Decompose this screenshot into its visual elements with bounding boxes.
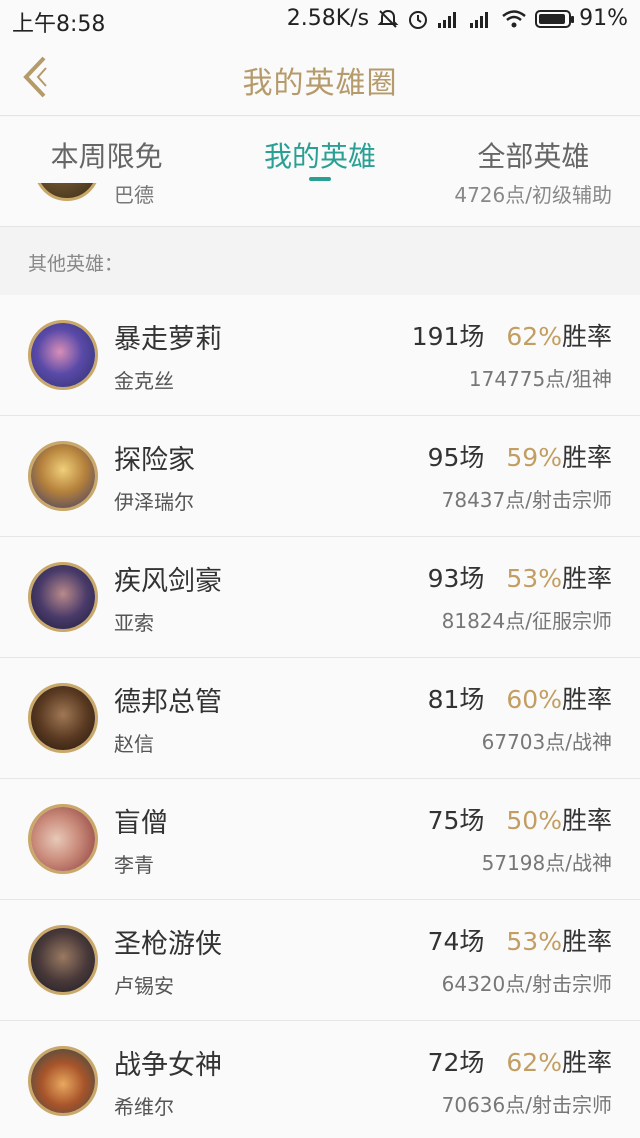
tab-label: 我的英雄	[263, 140, 376, 173]
hero-stats: 93场 53%胜率	[428, 559, 612, 595]
win-rate: 62%	[506, 1048, 562, 1077]
hero-title: 德邦总管	[114, 687, 222, 718]
hero-stats: 191场 62%胜率	[412, 317, 612, 353]
hero-name: 赵信	[114, 732, 154, 756]
status-time: 上午8:58	[12, 12, 106, 37]
network-speed: 2.58K/s	[286, 6, 370, 31]
games-count: 93场	[427, 564, 485, 593]
hero-title: 暴走萝莉	[114, 324, 222, 355]
page-title: 我的英雄圈	[242, 66, 398, 101]
games-count: 74场	[427, 927, 485, 956]
hero-avatar	[28, 804, 98, 874]
hero-stats: 74场 53%胜率	[428, 922, 612, 958]
hero-row[interactable]: 战争女神 希维尔 72场 62%胜率 70636点/射击宗师	[0, 1021, 640, 1138]
win-rate-label: 胜率	[561, 806, 612, 835]
hero-name: 李青	[114, 853, 154, 877]
hero-points: 81824点/征服宗师	[441, 609, 612, 633]
battery-icon	[535, 9, 575, 28]
tab-bar: 本周限免 我的英雄 全部英雄	[0, 117, 640, 183]
hero-title: 圣枪游侠	[114, 929, 222, 960]
signal-icon	[470, 11, 489, 28]
hero-row[interactable]: 圣枪游侠 卢锡安 74场 53%胜率 64320点/射击宗师	[0, 900, 640, 1021]
win-rate: 53%	[506, 564, 562, 593]
hero-row[interactable]: 探险家 伊泽瑞尔 95场 59%胜率 78437点/射击宗师	[0, 416, 640, 537]
section-header: 其他英雄：	[0, 227, 640, 295]
battery-percent: 91%	[579, 6, 628, 31]
hero-avatar	[28, 320, 98, 390]
hero-stats: 95场 59%胜率	[428, 438, 612, 474]
app-header: 我的英雄圈	[0, 38, 640, 116]
games-count: 191场	[411, 322, 485, 351]
win-rate-label: 胜率	[561, 685, 612, 714]
hero-row[interactable]: 德邦总管 赵信 81场 60%胜率 67703点/战神	[0, 658, 640, 779]
hero-real-name: 巴德	[114, 183, 154, 207]
hero-points: 57198点/战神	[481, 851, 612, 875]
win-rate: 59%	[506, 443, 562, 472]
hero-points: 78437点/射击宗师	[441, 488, 612, 512]
hero-stats: 81场 60%胜率	[428, 680, 612, 716]
win-rate-label: 胜率	[561, 443, 612, 472]
win-rate: 53%	[506, 927, 562, 956]
win-rate-label: 胜率	[561, 927, 612, 956]
hero-points: 67703点/战神	[481, 730, 612, 754]
win-rate: 50%	[506, 806, 562, 835]
hero-stats: 72场 62%胜率	[428, 1043, 612, 1079]
hero-row[interactable]: 暴走萝莉 金克丝 191场 62%胜率 174775点/狙神	[0, 295, 640, 416]
mute-icon	[377, 9, 399, 28]
hero-points: 64320点/射击宗师	[441, 972, 612, 996]
hero-list[interactable]: 巴德 4726点/初级辅助 其他英雄： 暴走萝莉 金克丝 191场 62%胜率 1…	[0, 183, 640, 1138]
hero-title: 战争女神	[114, 1050, 222, 1081]
tab-my-heroes[interactable]: 我的英雄	[213, 117, 426, 183]
tab-label: 全部英雄	[477, 140, 590, 173]
hero-name: 希维尔	[114, 1095, 174, 1119]
hero-name: 伊泽瑞尔	[114, 490, 194, 514]
hero-name: 卢锡安	[114, 974, 174, 998]
tab-weekly-free[interactable]: 本周限免	[0, 117, 213, 183]
win-rate-label: 胜率	[561, 1048, 612, 1077]
hero-points: 70636点/射击宗师	[441, 1093, 612, 1117]
games-count: 75场	[427, 806, 485, 835]
tab-label: 本周限免	[50, 140, 163, 173]
games-count: 95场	[427, 443, 485, 472]
signal-icon	[438, 11, 457, 28]
alarm-icon	[409, 10, 428, 29]
hero-name: 金克丝	[114, 369, 174, 393]
games-count: 81场	[427, 685, 485, 714]
status-icons: 2.58K/s 91%	[287, 6, 628, 31]
hero-avatar	[28, 925, 98, 995]
hero-avatar	[34, 183, 100, 201]
hero-title: 盲僧	[114, 808, 168, 839]
hero-points: 174775点/狙神	[468, 367, 612, 391]
hero-title: 探险家	[114, 445, 195, 476]
wifi-icon	[502, 9, 526, 27]
hero-avatar	[28, 683, 98, 753]
win-rate-label: 胜率	[561, 564, 612, 593]
hero-stats: 75场 50%胜率	[428, 801, 612, 837]
hero-row[interactable]: 疾风剑豪 亚索 93场 53%胜率 81824点/征服宗师	[0, 537, 640, 658]
hero-name: 亚索	[114, 611, 154, 635]
win-rate: 62%	[506, 322, 562, 351]
win-rate: 60%	[506, 685, 562, 714]
list-item-partial[interactable]: 巴德 4726点/初级辅助	[0, 183, 640, 227]
win-rate-label: 胜率	[561, 322, 612, 351]
active-tab-indicator	[308, 177, 331, 181]
hero-title: 疾风剑豪	[114, 566, 222, 597]
hero-row[interactable]: 盲僧 李青 75场 50%胜率 57198点/战神	[0, 779, 640, 900]
hero-avatar	[28, 562, 98, 632]
status-bar: 上午8:58 2.58K/s 91%	[0, 0, 640, 38]
hero-avatar	[28, 1046, 98, 1116]
hero-avatar	[28, 441, 98, 511]
tab-all-heroes[interactable]: 全部英雄	[427, 117, 640, 183]
hero-points: 4726点/初级辅助	[454, 183, 612, 207]
games-count: 72场	[427, 1048, 485, 1077]
